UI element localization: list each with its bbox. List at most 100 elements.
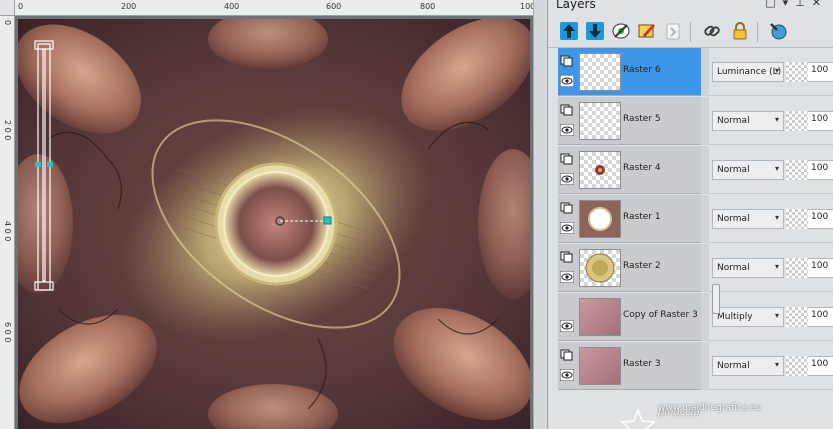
blend-mode-dropdown[interactable]: Normal ▾ bbox=[712, 258, 784, 278]
layer-name[interactable]: Raster 6 bbox=[623, 65, 661, 75]
eye-icon[interactable] bbox=[560, 271, 574, 283]
layer-row-main[interactable]: Raster 1 bbox=[558, 195, 701, 243]
row-divider bbox=[701, 146, 709, 194]
opacity-swatch bbox=[786, 111, 808, 131]
ruler-label: 4 0 0 bbox=[3, 221, 12, 242]
layer-row-main[interactable]: Raster 6 bbox=[558, 48, 701, 96]
layer-row-main[interactable]: Raster 3 bbox=[558, 342, 701, 390]
eye-icon[interactable] bbox=[560, 124, 574, 136]
blend-mode-dropdown[interactable]: Normal ▾ bbox=[712, 209, 784, 229]
layer-name[interactable]: Raster 4 bbox=[623, 163, 661, 173]
float-icon[interactable]: □ bbox=[765, 0, 782, 9]
ornament-thumb-art bbox=[595, 165, 605, 175]
layer-row[interactable]: Raster 6 Luminance (L) ▾ 100 bbox=[558, 48, 833, 97]
eye-icon[interactable] bbox=[560, 369, 574, 381]
arrow-down-icon[interactable] bbox=[584, 20, 606, 42]
opacity-field[interactable]: 100 bbox=[808, 209, 833, 229]
layer-row-main[interactable]: Raster 2 bbox=[558, 244, 701, 292]
blend-mode-dropdown[interactable]: Luminance (L) ▾ bbox=[712, 62, 784, 82]
ruler-label: 400 bbox=[224, 2, 240, 11]
row-divider bbox=[701, 342, 709, 390]
chevron-down-icon: ▾ bbox=[774, 262, 779, 271]
ruler-label: 800 bbox=[420, 2, 436, 11]
layer-row[interactable]: Raster 2 Normal ▾ 100 bbox=[558, 244, 833, 293]
layer-thumbnail bbox=[579, 347, 621, 385]
row-divider bbox=[701, 97, 709, 145]
layer-name[interactable]: Raster 1 bbox=[623, 212, 661, 222]
panel-header-controls[interactable]: □▾⊥✕ bbox=[765, 0, 828, 9]
opacity-field[interactable]: 100 bbox=[808, 111, 833, 131]
blend-mode-dropdown[interactable]: Multiply ▾ bbox=[712, 307, 784, 327]
blend-mode-dropdown[interactable]: Normal ▾ bbox=[712, 356, 784, 376]
layer-name[interactable]: Raster 2 bbox=[623, 261, 661, 271]
layer-group-icon[interactable] bbox=[560, 55, 574, 67]
layer-row[interactable]: Copy of Raster 3 Multiply ▾ 100 bbox=[558, 293, 833, 342]
layer-group-icon[interactable] bbox=[560, 349, 574, 361]
blend-mode-label: Normal bbox=[717, 214, 750, 224]
layer-properties: Normal ▾ 100 bbox=[709, 342, 833, 390]
layer-list: Raster 6 Luminance (L) ▾ 100 Raster 5 No… bbox=[558, 48, 833, 429]
ruler-label: 0 bbox=[3, 20, 12, 26]
eye-icon[interactable] bbox=[560, 320, 574, 332]
opacity-swatch bbox=[786, 307, 808, 327]
chevron-down-icon[interactable]: ▾ bbox=[783, 0, 796, 9]
arrow-up-icon[interactable] bbox=[558, 20, 580, 42]
fractal-artwork[interactable] bbox=[18, 19, 530, 429]
canvas-splitter[interactable] bbox=[533, 0, 547, 429]
layer-properties: Normal ▾ 100 bbox=[709, 244, 833, 292]
layer-row[interactable]: Raster 5 Normal ▾ 100 bbox=[558, 97, 833, 146]
lock-icon[interactable] bbox=[729, 20, 751, 42]
layer-row[interactable]: Raster 4 Normal ▾ 100 bbox=[558, 146, 833, 195]
layer-name[interactable]: Copy of Raster 3 bbox=[623, 310, 698, 320]
clipboard-icon[interactable] bbox=[662, 20, 684, 42]
blend-mode-label: Multiply bbox=[717, 312, 753, 322]
layer-group-icon[interactable] bbox=[560, 104, 574, 116]
layer-properties: Normal ▾ 100 bbox=[709, 195, 833, 243]
layer-properties: Normal ▾ 100 bbox=[709, 97, 833, 145]
close-icon[interactable]: ✕ bbox=[812, 0, 828, 9]
layer-group-icon[interactable] bbox=[560, 202, 574, 214]
blend-mode-label: Normal bbox=[717, 361, 750, 371]
blend-mode-dropdown[interactable]: Normal ▾ bbox=[712, 160, 784, 180]
eye-icon[interactable] bbox=[560, 173, 574, 185]
layer-row-main[interactable]: Copy of Raster 3 bbox=[558, 293, 701, 341]
layer-thumbnail bbox=[579, 249, 621, 287]
layer-name[interactable]: Raster 3 bbox=[623, 359, 661, 369]
link-icon[interactable] bbox=[701, 20, 723, 42]
layer-group-icon[interactable] bbox=[560, 153, 574, 165]
frame-thumb-art bbox=[580, 201, 620, 237]
opacity-field[interactable]: 100 bbox=[808, 258, 833, 278]
layer-thumbnail bbox=[579, 200, 621, 238]
ruler-label: 2 0 0 bbox=[3, 120, 12, 141]
mask-icon[interactable] bbox=[610, 20, 632, 42]
opacity-swatch bbox=[786, 160, 808, 180]
layers-toolbar bbox=[548, 14, 833, 48]
edit-selection-icon[interactable] bbox=[636, 20, 658, 42]
eye-icon[interactable] bbox=[560, 222, 574, 234]
pin-icon[interactable]: ⊥ bbox=[795, 0, 812, 9]
eye-icon[interactable] bbox=[560, 75, 574, 87]
opacity-swatch bbox=[786, 356, 808, 376]
chevron-down-icon: ▾ bbox=[774, 164, 779, 173]
blend-mode-label: Normal bbox=[717, 116, 750, 126]
opacity-field[interactable]: 100 bbox=[808, 307, 833, 327]
opacity-field[interactable]: 100 bbox=[808, 62, 833, 82]
panel-title: Layers bbox=[556, 0, 596, 11]
ruler-corner bbox=[0, 0, 15, 16]
opacity-field[interactable]: 100 bbox=[808, 356, 833, 376]
brush-icon[interactable] bbox=[767, 20, 789, 42]
layer-row-main[interactable]: Raster 4 bbox=[558, 146, 701, 194]
layer-name[interactable]: Raster 5 bbox=[623, 114, 661, 124]
layer-row[interactable]: Raster 3 Normal ▾ 100 bbox=[558, 342, 833, 391]
panel-splitter-handle[interactable] bbox=[712, 284, 720, 314]
layer-properties: Normal ▾ 100 bbox=[709, 146, 833, 194]
watermark-url: www.maidiregrafica.eu bbox=[658, 403, 762, 413]
layer-properties: Multiply ▾ 100 bbox=[709, 293, 833, 341]
opacity-field[interactable]: 100 bbox=[808, 160, 833, 180]
blend-mode-dropdown[interactable]: Normal ▾ bbox=[712, 111, 784, 131]
layer-row[interactable]: Raster 1 Normal ▾ 100 bbox=[558, 195, 833, 244]
image-canvas[interactable] bbox=[15, 16, 533, 429]
layer-group-icon[interactable] bbox=[560, 251, 574, 263]
toolbar-divider bbox=[690, 22, 691, 42]
layer-row-main[interactable]: Raster 5 bbox=[558, 97, 701, 145]
